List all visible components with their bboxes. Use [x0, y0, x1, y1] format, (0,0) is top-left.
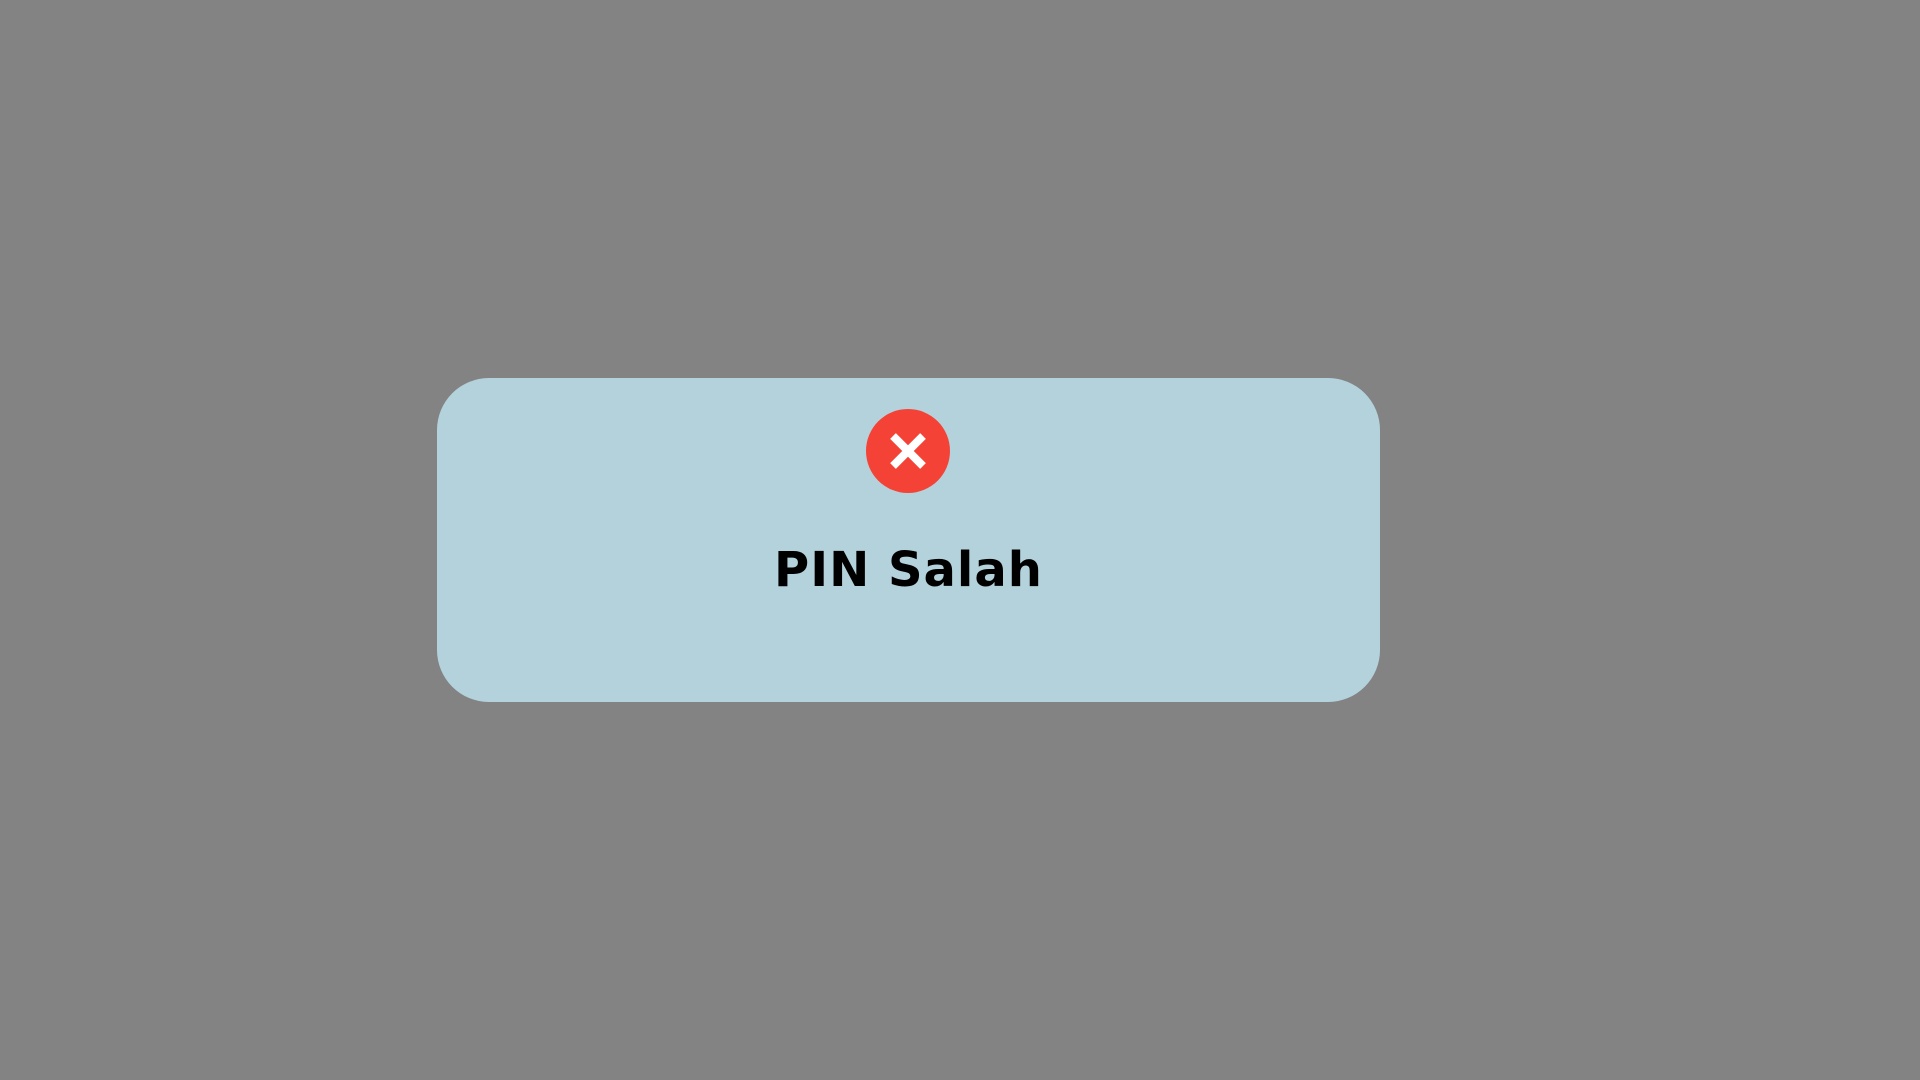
page-overlay: { "dialog": { "title": "PIN Salah", "ico…: [0, 0, 1920, 1080]
dialog-title: PIN Salah: [774, 542, 1043, 598]
error-dialog: PIN Salah: [437, 378, 1380, 702]
error-x-icon-graphic: [866, 409, 950, 493]
error-x-icon: [866, 409, 950, 493]
